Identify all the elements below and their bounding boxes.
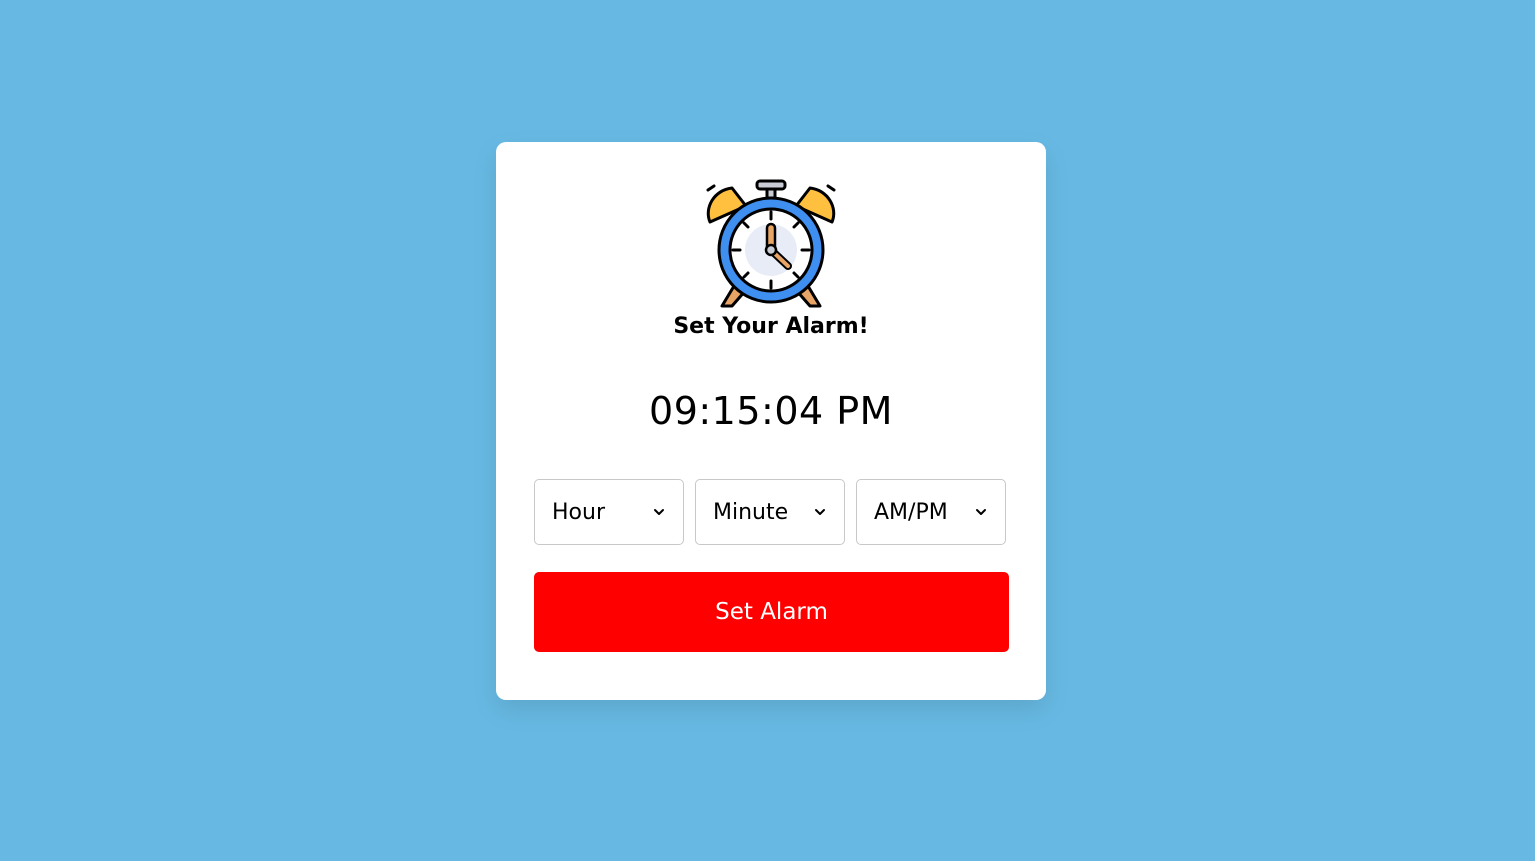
hour-select-value: Hour [552, 500, 605, 525]
set-alarm-button[interactable]: Set Alarm [534, 572, 1009, 652]
hour-select[interactable]: Hour [534, 479, 684, 545]
ampm-select[interactable]: AM/PM [856, 479, 1006, 545]
ampm-select-value: AM/PM [874, 500, 948, 525]
chevron-down-icon [815, 509, 825, 515]
minute-select[interactable]: Minute [695, 479, 845, 545]
minute-select-value: Minute [713, 500, 789, 525]
chevron-down-icon [654, 509, 664, 515]
page-title: Set Your Alarm! [673, 314, 869, 339]
current-time-display: 09:15:04 PM [649, 389, 893, 433]
alarm-clock-icon [706, 179, 836, 308]
chevron-down-icon [976, 509, 986, 515]
